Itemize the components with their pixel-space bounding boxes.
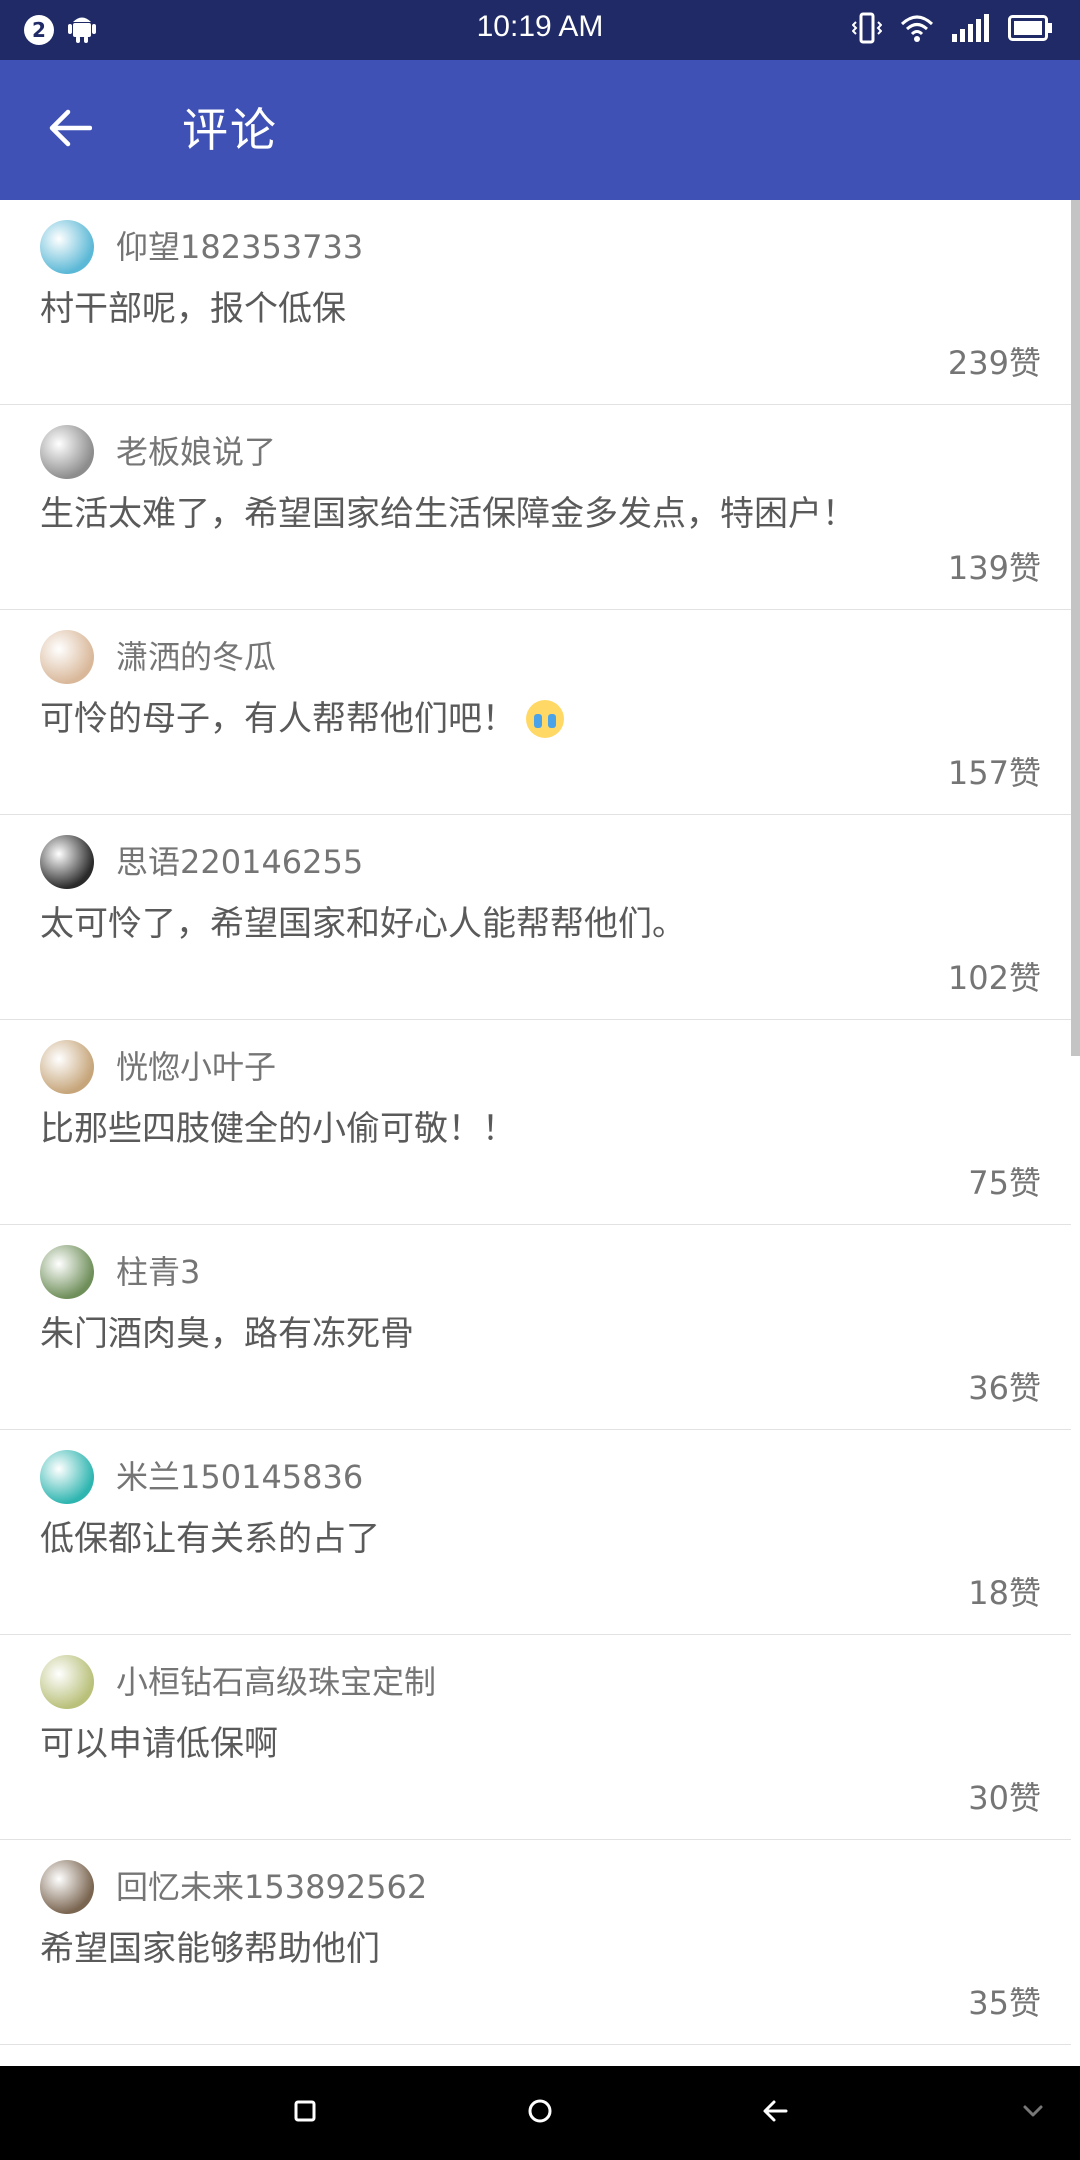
comment-item[interactable]: 米兰150145836 低保都让有关系的占了 18赞 <box>0 1430 1071 1635</box>
chevron-down-icon <box>1022 2103 1044 2123</box>
comment-item-partial[interactable] <box>0 2045 1071 2066</box>
scrollbar[interactable] <box>1071 200 1080 1056</box>
comment-item[interactable]: 潇洒的冬瓜可怜的母子，有人帮帮他们吧！ 157赞 <box>0 610 1071 815</box>
like-count[interactable]: 157赞 <box>948 750 1041 796</box>
avatar[interactable] <box>40 425 94 479</box>
avatar[interactable] <box>40 1860 94 1914</box>
comment-list[interactable]: 仰望182353733 村干部呢，报个低保 239赞老板娘说了生活太难了，希望国家给… <box>0 200 1071 2066</box>
recent-apps-button[interactable] <box>280 2088 330 2138</box>
comment-username[interactable]: 老板娘说了 <box>116 429 276 475</box>
wifi-icon <box>900 14 934 46</box>
nav-hide-button[interactable] <box>1008 2088 1058 2138</box>
like-count[interactable]: 75赞 <box>968 1160 1041 1206</box>
avatar[interactable] <box>40 835 94 889</box>
comment-text: 比那些四肢健全的小偷可敬！！ <box>40 1104 516 1154</box>
avatar[interactable] <box>40 1655 94 1709</box>
comment-username[interactable]: 柱青3 <box>116 1249 200 1295</box>
comment-text-content: 可以申请低保啊 <box>40 1724 278 1764</box>
avatar[interactable] <box>40 1450 94 1504</box>
comment-username[interactable]: 潇洒的冬瓜 <box>116 634 276 680</box>
comment-text: 村干部呢，报个低保 <box>40 284 346 334</box>
recent-apps-icon <box>294 2100 316 2126</box>
comment-text-content: 希望国家能够帮助他们 <box>40 1929 380 1969</box>
comment-username[interactable]: 回忆未来153892562 <box>116 1864 427 1910</box>
status-right <box>851 12 1052 48</box>
page-title: 评论 <box>182 103 278 157</box>
comment-item[interactable]: 老板娘说了生活太难了，希望国家给生活保障金多发点，特困户！ 139赞 <box>0 405 1071 610</box>
status-bar: 2 10:19 AM <box>0 0 1080 60</box>
like-count[interactable]: 36赞 <box>968 1365 1041 1411</box>
comment-username[interactable]: 思语220146255 <box>116 839 363 885</box>
crying-face-icon <box>526 699 564 738</box>
comment-username[interactable]: 小桓钻石高级珠宝定制 <box>116 1659 436 1705</box>
home-button[interactable] <box>515 2088 565 2138</box>
comment-text: 可怜的母子，有人帮帮他们吧！ <box>40 694 564 744</box>
comment-item[interactable]: 回忆未来153892562 希望国家能够帮助他们 35赞 <box>0 1840 1071 2045</box>
comment-username[interactable]: 恍惚小叶子 <box>116 1044 276 1090</box>
like-count[interactable]: 102赞 <box>948 955 1041 1001</box>
comment-text: 希望国家能够帮助他们 <box>40 1924 380 1974</box>
comment-item[interactable]: 仰望182353733 村干部呢，报个低保 239赞 <box>0 200 1071 405</box>
avatar[interactable] <box>40 1040 94 1094</box>
comment-text-content: 村干部呢，报个低保 <box>40 289 346 329</box>
vibrate-icon <box>851 12 883 48</box>
nav-back-button[interactable] <box>750 2088 800 2138</box>
avatar[interactable] <box>40 630 94 684</box>
back-icon <box>762 2098 788 2128</box>
like-count[interactable]: 239赞 <box>948 340 1041 386</box>
comment-username[interactable]: 米兰150145836 <box>116 1454 363 1500</box>
comment-text: 朱门酒肉臭，路有冻死骨 <box>40 1309 414 1359</box>
comment-text: 低保都让有关系的占了 <box>40 1514 380 1564</box>
like-count[interactable]: 30赞 <box>968 1775 1041 1821</box>
signal-icon <box>952 14 990 46</box>
navigation-bar <box>0 2066 1080 2160</box>
comment-text: 太可怜了，希望国家和好心人能帮帮他们。 <box>40 899 686 949</box>
comment-text-content: 可怜的母子，有人帮帮他们吧！ <box>40 699 516 739</box>
comment-text-content: 太可怜了，希望国家和好心人能帮帮他们。 <box>40 904 686 944</box>
comment-item[interactable]: 小桓钻石高级珠宝定制可以申请低保啊 30赞 <box>0 1635 1071 1840</box>
battery-icon <box>1008 15 1052 45</box>
back-button[interactable] <box>30 100 110 160</box>
home-icon <box>527 2098 553 2128</box>
comment-item[interactable]: 恍惚小叶子比那些四肢健全的小偷可敬！！ 75赞 <box>0 1020 1071 1225</box>
comment-text: 生活太难了，希望国家给生活保障金多发点，特困户！ <box>40 489 856 539</box>
comment-text: 可以申请低保啊 <box>40 1719 278 1769</box>
app-bar: 评论 <box>0 60 1080 200</box>
comment-text-content: 朱门酒肉臭，路有冻死骨 <box>40 1314 414 1354</box>
comment-text-content: 比那些四肢健全的小偷可敬！！ <box>40 1109 516 1149</box>
like-count[interactable]: 35赞 <box>968 1980 1041 2026</box>
comment-username[interactable]: 仰望182353733 <box>116 224 363 270</box>
avatar[interactable] <box>40 220 94 274</box>
arrow-left-icon <box>48 108 93 152</box>
like-count[interactable]: 18赞 <box>968 1570 1041 1616</box>
comment-item[interactable]: 柱青3 朱门酒肉臭，路有冻死骨 36赞 <box>0 1225 1071 1430</box>
comment-text-content: 生活太难了，希望国家给生活保障金多发点，特困户！ <box>40 494 856 534</box>
comment-text-content: 低保都让有关系的占了 <box>40 1519 380 1559</box>
avatar[interactable] <box>40 1245 94 1299</box>
comment-item[interactable]: 思语220146255 太可怜了，希望国家和好心人能帮帮他们。 102赞 <box>0 815 1071 1020</box>
like-count[interactable]: 139赞 <box>948 545 1041 591</box>
